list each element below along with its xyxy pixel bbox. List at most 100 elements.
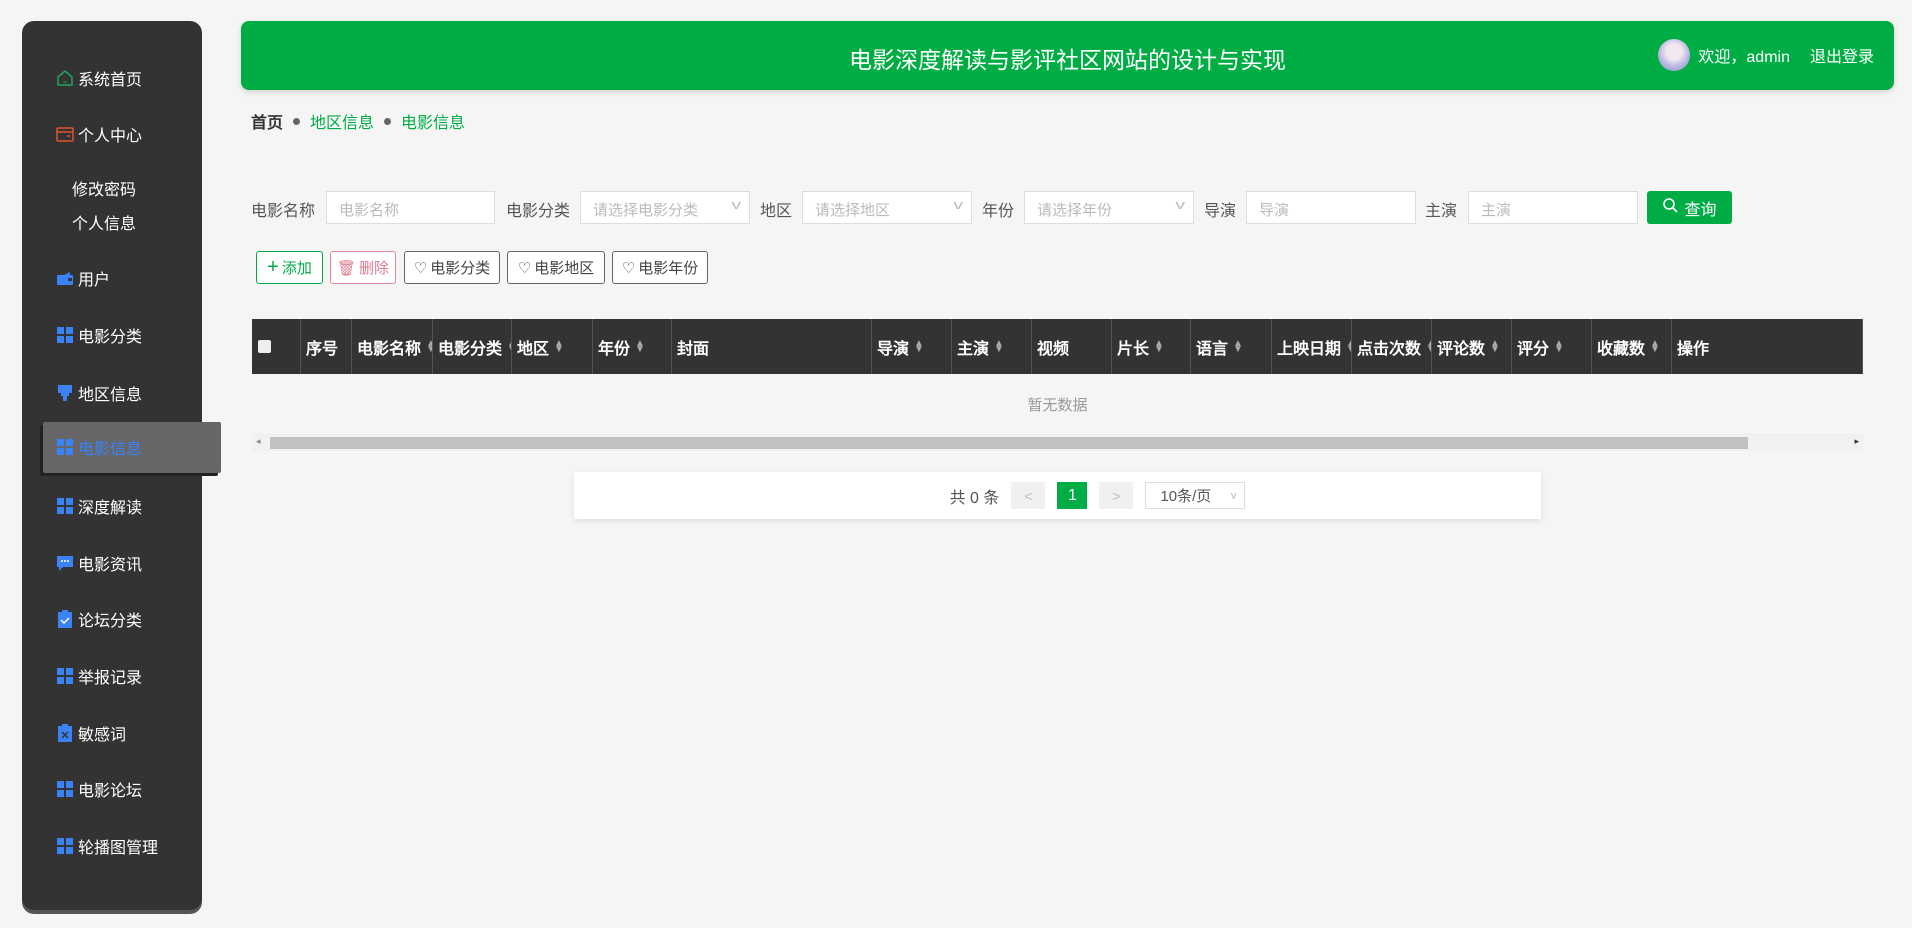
sidebar-subitem-profile[interactable]: 个人信息 [72,210,136,234]
column-label: 电影分类 [438,340,503,358]
column-header[interactable]: 收藏数 ▲ ▼ [1592,319,1672,374]
column-header[interactable]: 评论数 ▲ ▼ [1432,319,1512,374]
column-header[interactable]: 操作 [1672,319,1863,374]
year-select[interactable]: 请选择年份 v [1024,191,1194,224]
sidebar-item-label: 论坛分类 [78,613,143,630]
column-header[interactable]: 语言 ▲ ▼ [1191,319,1272,374]
column-header[interactable]: 导演 ▲ ▼ [872,319,952,374]
heart-icon: ♡ [621,259,636,277]
avatar[interactable] [1658,39,1691,71]
sidebar-item-movie-news[interactable]: 电影资讯 [56,549,142,577]
user-area: 欢迎，admin 退出登录 [1658,39,1874,71]
select-all-checkbox[interactable] [258,340,271,353]
column-header[interactable]: 视频 [1032,319,1112,374]
brush-icon [56,384,74,402]
movie-category-button[interactable]: ♡ 电影分类 [404,251,500,284]
sort-icon[interactable]: ▲▼ [426,338,432,354]
top-header: 电影深度解读与影评社区网站的设计与实现 欢迎，admin 退出登录 [241,21,1894,90]
scrollbar-thumb[interactable] [270,437,1748,449]
chevron-down-icon: v [730,197,741,212]
search-button[interactable]: 查询 [1647,191,1732,224]
region-select[interactable]: 请选择地区 v [802,191,972,224]
sidebar-item-user[interactable]: 用户 [56,264,110,292]
director-input[interactable]: 导演 [1246,191,1416,224]
sidebar-item-label: 电影资讯 [78,557,143,574]
wallet-icon [56,125,74,143]
delete-button[interactable]: 🗑 删除 [330,251,396,284]
sidebar-item-label: 电影信息 [78,441,143,458]
column-label: 视频 [1037,340,1070,358]
region-label: 地区 [760,203,793,220]
column-header[interactable]: 主演 ▲ ▼ [952,319,1032,374]
sidebar-subitem-change-password[interactable]: 修改密码 [72,176,136,200]
column-label: 序号 [306,340,339,358]
column-header[interactable]: 地区 ▲ ▼ [512,319,593,374]
breadcrumb-region[interactable]: 地区信息 [310,109,374,133]
search-button-label: 查询 [1684,201,1717,219]
column-header[interactable]: 电影分类▲▼ [433,319,512,374]
column-header[interactable]: 电影名称▲▼ [352,319,433,374]
column-label: 电影名称 [357,340,422,358]
sidebar-item-personal-center[interactable]: 个人中心 [56,120,142,148]
movie-year-button[interactable]: ♡ 电影年份 [612,251,708,284]
category-select[interactable]: 请选择电影分类 v [580,191,750,224]
sidebar-item-movie-forum[interactable]: 电影论坛 [56,775,142,803]
movie-region-button[interactable]: ♡ 电影地区 [507,251,605,284]
column-label: 评论数 [1437,340,1486,358]
sidebar-item-region[interactable]: 地区信息 [56,379,142,407]
sort-icon[interactable]: ▲▼ [1154,338,1164,354]
sort-icon[interactable]: ▲▼ [1490,338,1500,354]
column-label: 导演 [877,340,910,358]
column-label: 语言 [1196,340,1229,358]
add-button[interactable]: + 添加 [256,251,323,284]
chat-icon [56,554,74,572]
logout-link[interactable]: 退出登录 [1810,43,1874,67]
sort-icon[interactable]: ▲▼ [635,338,645,354]
sidebar-item-reports[interactable]: 举报记录 [56,662,142,690]
sort-icon[interactable]: ▲▼ [994,338,1004,354]
sidebar-item-sensitive-words[interactable]: 敏感词 [56,719,126,747]
sort-icon[interactable]: ▲▼ [1650,338,1660,354]
heart-icon: ♡ [413,259,428,277]
horizontal-scrollbar[interactable]: ◂ ▸ [252,435,1863,451]
sort-icon[interactable]: ▲▼ [554,338,564,354]
column-header[interactable]: 封面 [672,319,872,374]
sidebar-item-deep-reading[interactable]: 深度解读 [56,492,142,520]
sidebar-item-label: 深度解读 [78,500,143,517]
column-label: 收藏数 [1597,340,1646,358]
breadcrumb: 首页 地区信息 电影信息 [251,109,465,133]
select-all-header[interactable] [252,319,301,374]
clipboard-check-icon [56,610,74,628]
column-header[interactable]: 片长 ▲ ▼ [1112,319,1191,374]
column-header[interactable]: 评分 ▲ ▼ [1512,319,1592,374]
sidebar-item-label: 用户 [78,272,111,289]
sidebar-item-home[interactable]: 系统首页 [56,64,142,92]
column-label: 封面 [677,340,710,358]
next-page-button[interactable]: > [1099,482,1134,509]
scroll-left-icon[interactable]: ◂ [256,436,261,447]
sidebar-item-movie-category[interactable]: 电影分类 [56,321,142,349]
page-size-select[interactable]: 10条/页 v [1145,482,1246,509]
movie-name-input[interactable]: 电影名称 [326,191,495,224]
region-placeholder: 请选择地区 [815,202,891,219]
prev-page-button[interactable]: < [1011,482,1046,509]
sidebar-item-forum-category[interactable]: 论坛分类 [56,605,142,633]
welcome-text: 欢迎，admin [1698,49,1790,66]
sidebar-item-movie-info[interactable]: 电影信息 [56,433,142,461]
delete-label: 删除 [359,260,390,277]
chevron-down-icon: v [1230,489,1237,502]
column-header[interactable]: 年份 ▲ ▼ [593,319,672,374]
breadcrumb-home[interactable]: 首页 [251,109,283,133]
column-header[interactable]: 上映日期▲▼ [1272,319,1352,374]
sort-icon[interactable]: ▲▼ [1233,338,1243,354]
page-1-button[interactable]: 1 [1057,482,1088,509]
sidebar-item-carousel[interactable]: 轮播图管理 [56,832,158,860]
column-header[interactable]: 点击次数▲▼ [1352,319,1432,374]
sort-icon[interactable]: ▲▼ [1554,338,1564,354]
column-header[interactable]: 序号 [301,319,352,374]
scroll-right-icon[interactable]: ▸ [1854,436,1859,447]
column-label: 主演 [957,340,990,358]
actor-input[interactable]: 主演 [1468,191,1638,224]
sidebar-item-movie-info-active[interactable]: 电影信息 [43,422,221,473]
sort-icon[interactable]: ▲▼ [914,338,924,354]
